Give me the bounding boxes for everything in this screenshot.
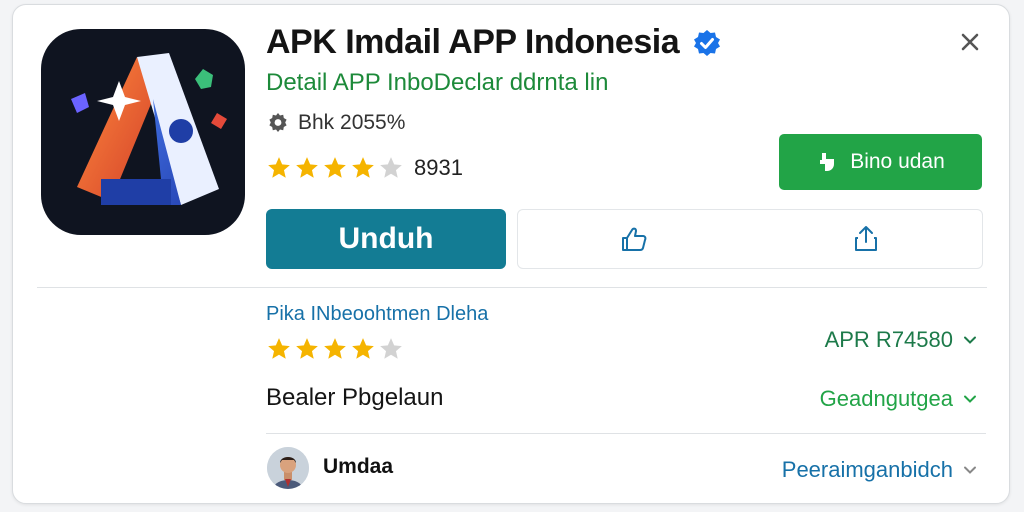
share-icon	[855, 226, 877, 251]
chevron-down-icon	[964, 395, 976, 403]
star-icon	[268, 338, 290, 359]
star-icon	[324, 338, 346, 359]
details-row-link[interactable]: Geadngutgea	[820, 386, 977, 412]
version-link[interactable]: APR R74580	[825, 327, 977, 353]
app-icon	[41, 29, 245, 235]
like-button[interactable]	[518, 210, 750, 268]
star-icon	[352, 338, 374, 359]
user-link-text: Peeraimganbidch	[781, 457, 953, 482]
version-text: APR R74580	[824, 327, 953, 352]
rating-count: 8931	[414, 155, 463, 180]
section-divider-1	[37, 287, 987, 288]
star-icon	[380, 338, 402, 359]
thumbs-up-icon	[622, 227, 647, 251]
star-icon	[296, 157, 318, 178]
user-link[interactable]: Peeraimganbidch	[782, 457, 977, 483]
chevron-down-icon	[964, 336, 976, 344]
secondary-download-button[interactable]: Bino udan	[779, 134, 982, 190]
download-button-label: Unduh	[338, 222, 434, 255]
title-row: APK Imdail APP Indonesia	[266, 23, 721, 62]
avatar	[267, 447, 309, 489]
star-icon	[352, 157, 374, 178]
app-meta: Bhk 2055%	[298, 111, 406, 134]
download-button[interactable]: Unduh	[266, 209, 506, 269]
app-title: APK Imdail APP Indonesia	[266, 23, 680, 61]
close-icon	[961, 33, 979, 51]
gear-icon	[269, 113, 287, 132]
action-group	[517, 209, 983, 269]
star-icon	[296, 338, 318, 359]
rating-stars	[266, 155, 404, 181]
user-name: Umdaa	[323, 455, 394, 478]
details-rating-stars	[266, 336, 404, 362]
close-button[interactable]	[953, 25, 987, 59]
star-icon	[268, 157, 290, 178]
section-divider-2	[266, 433, 986, 434]
details-section-label: Pika INbeoohtmen Dleha	[266, 303, 489, 325]
verified-badge-icon	[694, 29, 721, 56]
star-icon	[380, 157, 402, 178]
details-row-value: Geadngutgea	[819, 386, 953, 411]
share-button[interactable]	[750, 210, 982, 268]
meta-row: Bhk 2055%	[266, 111, 405, 135]
secondary-download-label: Bino udan	[850, 150, 945, 173]
star-icon	[324, 157, 346, 178]
rating-row: 8931	[266, 155, 463, 181]
details-row-label: Bealer Pbgelaun	[266, 384, 444, 411]
hand-pointer-icon	[820, 153, 835, 171]
app-subtitle: Detail APP InboDeclar ddrnta lin	[266, 69, 609, 96]
app-detail-card: APK Imdail APP Indonesia Detail APP Inbo…	[12, 4, 1010, 504]
chevron-down-icon	[964, 466, 976, 474]
